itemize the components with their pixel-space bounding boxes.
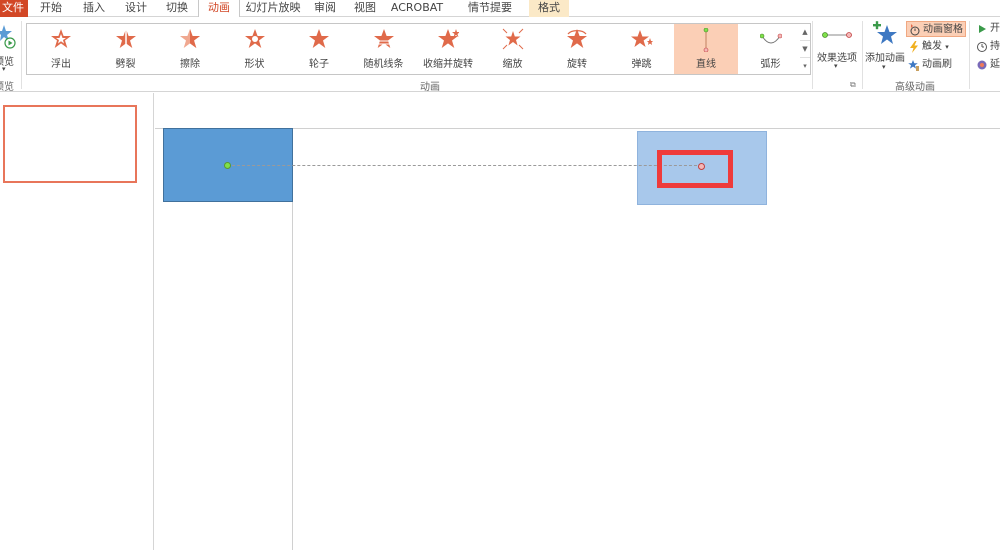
wheel-star-icon: [309, 29, 329, 48]
trigger-label: 触发: [922, 41, 942, 52]
gallery-scroll-down-icon[interactable]: ▼: [800, 41, 810, 58]
random-bars-star-icon: [373, 29, 394, 48]
animation-effect-button[interactable]: 缩放: [481, 24, 545, 74]
animation-pane-label: 动画窗格: [923, 24, 963, 35]
gallery-more-icon[interactable]: ▾: [800, 58, 810, 75]
tab-item[interactable]: 审阅: [306, 0, 344, 17]
add-animation-button[interactable]: 添加动画 ▾: [864, 21, 906, 77]
tab-item[interactable]: 视图: [346, 0, 384, 17]
float-in-star-icon: [51, 29, 71, 48]
animation-painter-icon: [908, 60, 919, 71]
animation-effect-label: 劈裂: [115, 59, 136, 70]
animation-effect-label: 形状: [244, 59, 265, 70]
effect-options-button[interactable]: 效果选项 ▾: [814, 25, 860, 77]
timing-duration-control[interactable]: 持: [974, 39, 1000, 55]
add-animation-label: 添加动画: [865, 53, 905, 64]
effect-options-dropdown-icon: ▾: [834, 62, 838, 70]
animation-effect-button[interactable]: 浮出: [29, 24, 93, 74]
timing-start-label: 开: [990, 23, 1000, 34]
tab-item[interactable]: ACROBAT: [388, 0, 446, 17]
animation-effect-button[interactable]: 形状: [223, 24, 287, 74]
animation-effect-button[interactable]: 轮子: [287, 24, 351, 74]
animation-effect-button[interactable]: 劈裂: [94, 24, 158, 74]
animation-painter-button[interactable]: 动画刷: [906, 57, 966, 73]
tab-item[interactable]: 设计: [116, 0, 156, 17]
animation-effect-button[interactable]: 旋转: [545, 24, 609, 74]
bounce-star-icon: [630, 30, 653, 47]
tab-item[interactable]: 情节提要: [448, 0, 532, 17]
add-animation-star-icon: [873, 21, 897, 44]
group-divider: [862, 21, 863, 89]
swivel-star-icon: [567, 29, 587, 48]
preview-star-icon: [0, 25, 16, 49]
animation-effect-label: 浮出: [51, 59, 71, 70]
animation-effect-label: 旋转: [567, 59, 587, 70]
slide-thumbnail-pane[interactable]: [0, 93, 154, 550]
split-star-icon: [115, 29, 136, 48]
effect-options-path-icon: [822, 32, 852, 38]
play-icon: [979, 25, 986, 33]
trigger-dropdown-icon: ▾: [945, 43, 949, 51]
animation-effect-button[interactable]: 擦除: [158, 24, 222, 74]
group-divider: [21, 21, 22, 89]
animation-pane-icon: [910, 24, 920, 36]
clock-icon: [977, 42, 987, 52]
timing-delay-control[interactable]: 延: [974, 57, 1000, 73]
animation-effect-label: 轮子: [309, 59, 329, 70]
motion-path-line[interactable]: [227, 165, 702, 166]
animation-effect-button[interactable]: 弧形: [739, 24, 803, 74]
animation-effect-button[interactable]: 弹跳: [610, 24, 674, 74]
highlight-annotation-box: [657, 150, 733, 188]
animation-effect-label: 弧形: [760, 59, 781, 70]
animation-effect-label: 收缩并旋转: [423, 59, 473, 70]
animation-effect-label: 缩放: [502, 59, 523, 70]
motion-path-start-handle[interactable]: [224, 162, 231, 169]
group-divider: [812, 21, 813, 89]
slide-canvas[interactable]: [155, 93, 1000, 550]
advanced-animation-group-label: 高级动画: [895, 82, 935, 93]
wipe-star-icon: [180, 29, 200, 48]
tab-item[interactable]: 格式: [529, 0, 569, 17]
gallery-scroll-up-icon[interactable]: ▲: [800, 24, 810, 41]
preview-group-label: 预览: [0, 82, 14, 93]
tab-item[interactable]: 动画: [198, 0, 240, 18]
delay-icon: [977, 60, 987, 70]
animation-effect-label: 随机线条: [363, 59, 404, 70]
slide-thumbnail[interactable]: [3, 105, 137, 183]
animation-effect-button[interactable]: 随机线条: [352, 24, 416, 74]
preview-dropdown-icon: ▾: [2, 65, 6, 73]
animation-effect-button[interactable]: 直线: [674, 24, 738, 74]
tab-item[interactable]: 开始: [31, 0, 71, 17]
trigger-button[interactable]: 触发 ▾: [906, 39, 966, 55]
arc-path-icon: [759, 33, 782, 44]
animation-effect-label: 擦除: [180, 59, 200, 70]
animation-gallery: 浮出 劈裂 擦除 形状 轮子 随机线条 收缩并旋转 缩放 旋转 弹跳 直线 弧形: [26, 23, 811, 75]
tab-item[interactable]: 切换: [157, 0, 197, 17]
gallery-scrollbar[interactable]: ▲ ▼ ▾: [800, 23, 811, 75]
tab-item[interactable]: 幻灯片放映: [242, 0, 304, 17]
animation-dialog-launcher-icon[interactable]: ⧉: [850, 80, 856, 90]
line-path-icon: [703, 28, 709, 52]
animation-painter-label: 动画刷: [922, 59, 952, 70]
animation-effect-label: 弹跳: [631, 59, 652, 70]
zoom-star-icon: [502, 28, 523, 50]
shape-star-icon: [244, 29, 265, 48]
add-animation-dropdown-icon: ▾: [882, 63, 886, 71]
tab-item[interactable]: 文件: [0, 0, 28, 17]
animation-pane-button[interactable]: 动画窗格: [906, 21, 966, 37]
lightning-icon: [910, 41, 918, 53]
timing-duration-label: 持: [990, 41, 1000, 52]
ribbon-tab-bar: 文件 开始 插入 设计 切换 动画 幻灯片放映 审阅 视图 ACROBAT 情节提要 格式: [0, 0, 1000, 18]
animations-ribbon: 预览 ▾ 预览 浮出 劈裂 擦除 形状 轮子 随机线条 收缩并旋转 缩放 旋转 弹跳 直线 弧形 ▲ …: [0, 17, 1000, 93]
timing-delay-label: 延: [990, 59, 1000, 70]
shrink-turn-star-icon: [438, 29, 459, 48]
group-divider: [969, 21, 970, 89]
timing-start-control[interactable]: 开: [974, 21, 1000, 37]
animation-effect-button[interactable]: 收缩并旋转: [416, 24, 480, 74]
preview-button[interactable]: 预览 ▾: [0, 21, 18, 77]
tab-item[interactable]: 插入: [74, 0, 114, 17]
animation-group-label: 动画: [420, 82, 440, 93]
animation-effect-label: 直线: [696, 59, 716, 70]
